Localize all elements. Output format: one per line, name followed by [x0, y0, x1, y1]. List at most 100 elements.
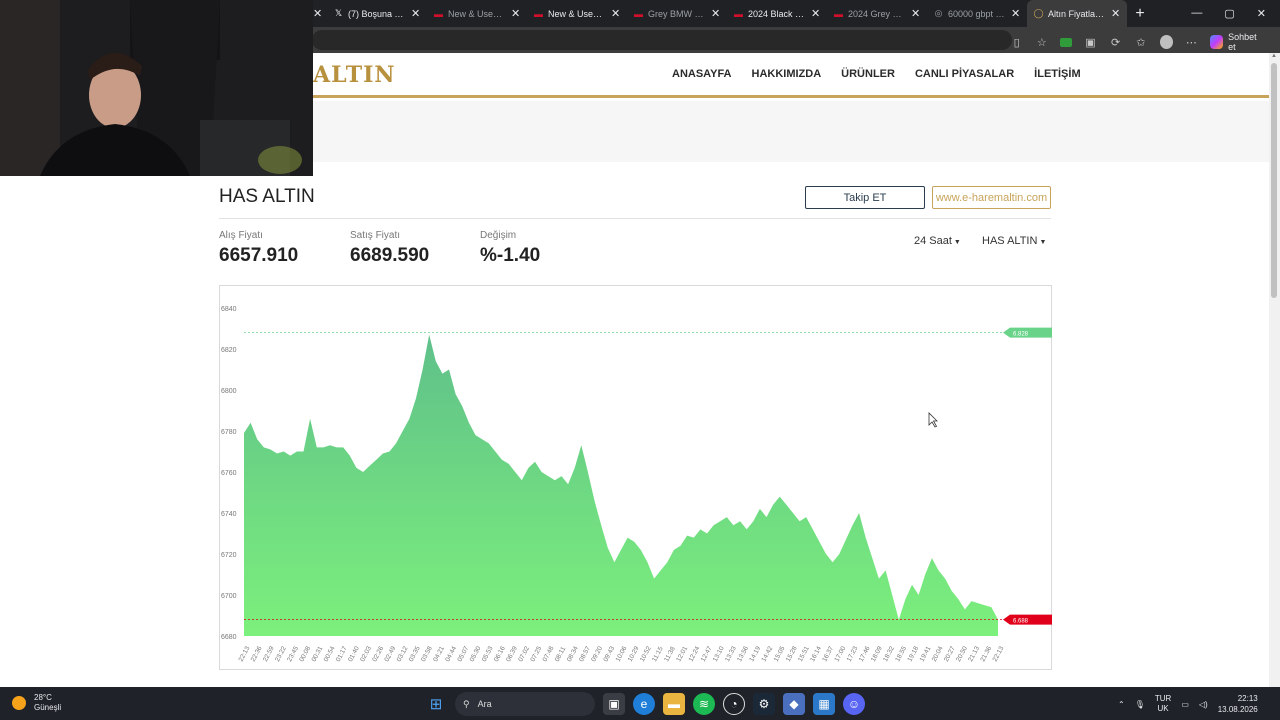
refresh-extension-icon[interactable]: ⟳ [1109, 35, 1122, 49]
tab-close-icon[interactable]: ✕ [1011, 7, 1021, 20]
scroll-thumb[interactable] [1271, 63, 1277, 298]
new-tab-button[interactable]: + [1127, 5, 1153, 23]
collapse-icon[interactable]: ⌃ [1276, 35, 1280, 49]
nav-item-live-markets[interactable]: CANLI PİYASALAR [915, 68, 1014, 80]
site-logo[interactable]: ALTIN [313, 62, 396, 88]
title-divider [219, 218, 1051, 219]
tab-close-icon[interactable]: ✕ [911, 7, 921, 20]
price-chart[interactable]: 6680 6700 6720 6740 6760 6780 6800 6820 6840 6.82… [219, 285, 1052, 670]
browser-tab[interactable]: ◯ Altın Fiyatları Graf ✕ [1027, 0, 1127, 27]
edge-icon[interactable]: e [633, 693, 655, 715]
app-circle-icon[interactable]: ◔ [723, 693, 745, 715]
browser-tab[interactable]: ▬ New & Used Cars ✕ [527, 0, 627, 27]
tab-label: Grey BMW M4 fo [648, 8, 707, 19]
tray-overflow-icon[interactable]: ⌃ [1118, 700, 1125, 709]
close-icon[interactable]: ✕ [1257, 7, 1266, 20]
follow-button[interactable]: Takip ET [805, 186, 925, 209]
weather-widget[interactable]: 28°C Güneşli [12, 693, 61, 713]
microphone-icon[interactable]: 🎙 [1135, 700, 1145, 709]
copilot-chat-button[interactable]: Sohbet et [1209, 32, 1264, 52]
tab-close-icon[interactable]: ✕ [511, 7, 521, 20]
reading-view-icon[interactable]: ▯ [1010, 35, 1023, 49]
caret-down-icon: ▼ [1039, 239, 1047, 246]
sell-price-stat: Satış Fiyatı 6689.590 [350, 230, 429, 267]
website-link-button[interactable]: www.e-haremaltin.com [932, 186, 1051, 209]
page-scrollbar[interactable]: ▲ [1269, 53, 1280, 687]
webcam-video-image [0, 0, 313, 176]
x-logo-icon: 𝕏 [334, 8, 343, 18]
discord-icon[interactable]: ☺ [843, 693, 865, 715]
car-site-icon: ▬ [834, 8, 843, 19]
tab-close-icon[interactable]: ✕ [411, 7, 421, 20]
nav-item-home[interactable]: ANASAYFA [672, 68, 732, 80]
volume-icon[interactable]: ◁) [1199, 700, 1208, 709]
tab-label: New & Used Cars [448, 8, 507, 19]
y-tick-label: 6760 [221, 470, 237, 477]
task-view-icon[interactable]: ▣ [603, 693, 625, 715]
favorite-star-icon[interactable]: ☆ [1035, 35, 1048, 49]
spotify-icon[interactable]: ≋ [693, 693, 715, 715]
tab-close-icon[interactable]: ✕ [711, 7, 721, 20]
browser-tab[interactable]: ▬ New & Used Cars ✕ [427, 0, 527, 27]
tab-close-icon[interactable]: ✕ [1111, 7, 1121, 20]
photos-icon[interactable]: ▦ [813, 693, 835, 715]
change-label: Değişim [480, 230, 517, 241]
browser-tab[interactable]: ▬ 2024 Black BMW ✕ [727, 0, 827, 27]
maximize-icon[interactable]: ▢ [1224, 7, 1234, 20]
clock[interactable]: 22:13 13.08.2026 [1218, 693, 1258, 715]
extension-green-icon[interactable] [1060, 37, 1072, 47]
period-dropdown-label: 24 Saat [914, 235, 952, 247]
search-label: Ara [477, 699, 492, 709]
app-diamond-icon[interactable]: ◆ [783, 693, 805, 715]
steam-icon[interactable]: ⚙ [753, 693, 775, 715]
webcam-overlay [0, 0, 313, 176]
nav-item-about[interactable]: HAKKIMIZDA [752, 68, 822, 80]
keyboard-layout: UK [1157, 704, 1169, 713]
sun-icon [12, 696, 26, 710]
windows-taskbar: 28°C Güneşli ⊞ ⚲ Ara ▣ e ▬ ≋ ◔ ⚙ ◆ ▦ ☺ ⌃… [0, 687, 1280, 720]
tab-close-icon[interactable]: ✕ [811, 7, 821, 20]
nav-item-products[interactable]: ÜRÜNLER [841, 68, 895, 80]
y-tick-label: 6720 [221, 552, 237, 559]
price-chart-svg: 6680 6700 6720 6740 6760 6780 6800 6820 6840 6.82… [221, 306, 1052, 663]
google-icon: ◎ [934, 8, 943, 18]
browser-tab[interactable]: ▬ 2024 Grey BMW ✕ [827, 0, 927, 27]
change-stat: Değişim %-1.40 [480, 230, 540, 267]
car-site-icon: ▬ [434, 8, 443, 19]
y-tick-label: 6680 [221, 634, 237, 641]
windows-start-icon[interactable]: ⊞ [425, 693, 447, 715]
main-nav: ANASAYFA HAKKIMIZDA ÜRÜNLER CANLI PİYASA… [672, 68, 1081, 80]
file-explorer-icon[interactable]: ▬ [663, 693, 685, 715]
browser-tab[interactable]: ▬ Grey BMW M4 fo ✕ [627, 0, 727, 27]
weather-label: Güneşli [34, 703, 62, 712]
taskbar-search[interactable]: ⚲ Ara [455, 692, 595, 716]
copilot-icon [1209, 35, 1224, 49]
buy-price-value: 6657.910 [219, 245, 299, 266]
caret-down-icon: ▼ [953, 239, 961, 246]
asset-dropdown[interactable]: HAS ALTIN ▼ [982, 235, 1046, 247]
favorites-icon[interactable]: ✩ [1134, 35, 1147, 49]
extension-icon[interactable]: ▣ [1084, 35, 1097, 49]
language-indicator[interactable]: TUR UK [1155, 694, 1171, 714]
toolbar-icons: ▯ ☆ ▣ ⟳ ✩ ⋯ Sohbet et ⌃ [1010, 32, 1280, 52]
screen: ✕ 𝕏 (7) Boşuna Tıklam ✕ ▬ New & Used Cars ✕ ▬ Ne… [0, 0, 1280, 720]
period-dropdown[interactable]: 24 Saat ▼ [914, 235, 961, 247]
tab-close-icon[interactable]: ✕ [611, 7, 621, 20]
price-badge-label: 6.828 [1013, 332, 1029, 338]
network-icon[interactable]: ▭ [1181, 700, 1189, 709]
search-icon: ⚲ [463, 698, 470, 709]
minimize-icon[interactable]: — [1191, 7, 1202, 20]
more-menu-icon[interactable]: ⋯ [1185, 35, 1198, 49]
buy-price-stat: Alış Fiyatı 6657.910 [219, 230, 298, 267]
browser-tab[interactable]: 𝕏 (7) Boşuna Tıklam ✕ [327, 0, 427, 27]
y-tick-label: 6800 [221, 388, 237, 395]
temperature: 28°C [34, 693, 52, 702]
profile-avatar[interactable] [1159, 35, 1173, 49]
nav-item-contact[interactable]: İLETİŞİM [1034, 68, 1080, 80]
address-bar[interactable] [312, 30, 1012, 50]
scroll-up-icon[interactable]: ▲ [1271, 53, 1277, 59]
car-site-icon: ▬ [734, 8, 743, 19]
y-tick-label: 6780 [221, 429, 237, 436]
tab-close-icon[interactable]: ✕ [313, 7, 323, 20]
browser-tab[interactable]: ◎ 60000 gbpt to tl ✕ [927, 0, 1027, 27]
